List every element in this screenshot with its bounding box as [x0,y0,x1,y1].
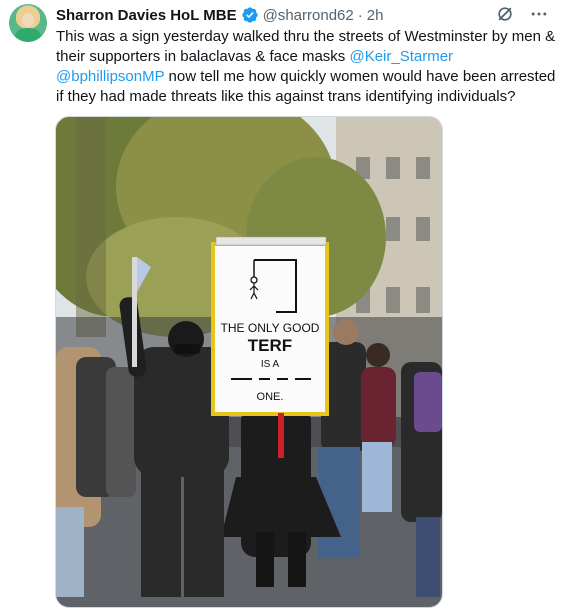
tweet-text: This was a sign yesterday walked thru th… [56,27,556,107]
tweet-actions [495,4,549,24]
timestamp[interactable]: 2h [367,7,384,24]
tweet[interactable]: Sharron Davies HoL MBE @sharrond62 · 2h … [0,0,567,608]
avatar[interactable] [9,4,47,42]
tweet-text-part: This was a sign yesterday walked thru th… [56,28,556,65]
tweet-photo[interactable]: THE ONLY GOOD TERF IS A ONE. [55,116,443,608]
sign-line-2: TERF [248,336,292,355]
sign-line-3: IS A [261,359,280,370]
grok-icon[interactable] [495,4,515,24]
mention-link[interactable]: @Keir_Starmer [349,48,453,65]
author-handle[interactable]: @sharrond62 [263,7,354,24]
separator-dot: · [357,6,363,24]
author-name[interactable]: Sharron Davies HoL MBE [56,7,237,24]
sign-line-1: THE ONLY GOOD [221,321,320,335]
tweet-header: Sharron Davies HoL MBE @sharrond62 · 2h [56,5,383,25]
verified-badge-icon [241,7,258,23]
sign-line-4: ONE. [257,391,284,403]
more-options-icon[interactable] [529,4,549,24]
mention-link[interactable]: @bphillipsonMP [56,68,164,85]
